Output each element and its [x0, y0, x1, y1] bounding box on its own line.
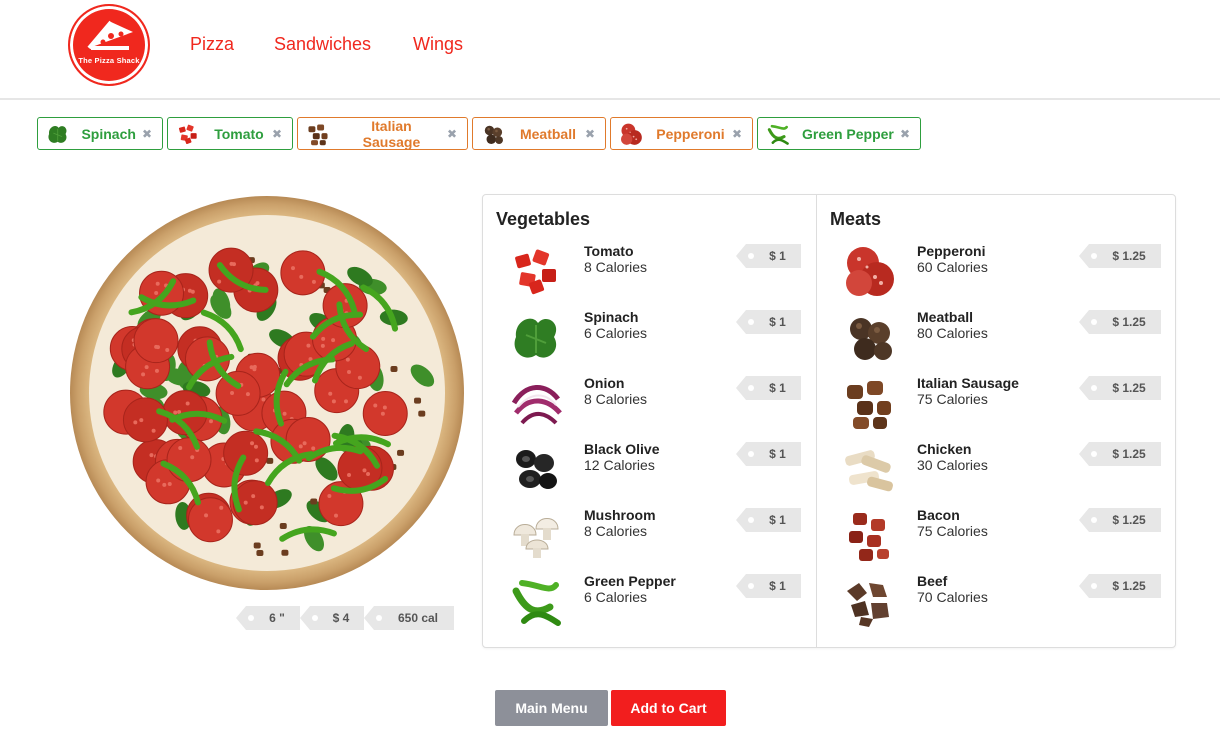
topping-name: Meatball: [917, 309, 974, 325]
tomato-icon: [506, 241, 566, 301]
price-tag: $ 1.25: [1079, 574, 1161, 598]
pizza-shack-logo[interactable]: The Pizza Shack: [68, 4, 150, 86]
topping-calories: 6 Calories: [584, 325, 648, 341]
topping-name: Bacon: [917, 507, 960, 523]
beef-icon: [839, 571, 899, 631]
main-menu-button[interactable]: Main Menu: [495, 690, 608, 726]
add-to-cart-button[interactable]: Add to Cart: [611, 690, 726, 726]
price-tag: $ 1.25: [1079, 376, 1161, 400]
topping-name: Beef: [917, 573, 948, 589]
topping-name: Italian Sausage: [917, 375, 1019, 391]
topping-calories: 75 Calories: [917, 523, 988, 539]
topping-calories: 70 Calories: [917, 589, 988, 605]
price-tag: $ 1.25: [1079, 442, 1161, 466]
topping-name: Spinach: [584, 309, 639, 325]
pizza-size-tag: 6 ": [236, 606, 300, 630]
pizza-preview: [70, 196, 464, 590]
pizza-slice-logo-icon: [87, 20, 133, 50]
meatball-icon: [479, 121, 507, 147]
price-tag: $ 1: [736, 244, 801, 268]
italian-sausage-icon: [304, 121, 332, 147]
price-tag: $ 1: [736, 376, 801, 400]
chicken-icon: [839, 439, 899, 499]
remove-topping-icon[interactable]: ✖: [447, 127, 457, 141]
pizza-calories-tag: 650 cal: [364, 606, 454, 630]
topping-name: Onion: [584, 375, 625, 391]
topping-calories: 8 Calories: [584, 259, 648, 275]
chip-label: Spinach: [81, 125, 136, 142]
price-tag: $ 1.25: [1079, 244, 1161, 268]
selected-topping-chip[interactable]: Tomato ✖: [167, 117, 293, 150]
nav-wings[interactable]: Wings: [413, 34, 463, 55]
price-tag: $ 1: [736, 508, 801, 532]
topping-calories: 30 Calories: [917, 457, 988, 473]
selected-topping-chip[interactable]: Pepperoni ✖: [610, 117, 753, 150]
topping-name: Chicken: [917, 441, 972, 457]
price-tag: $ 1: [736, 310, 801, 334]
selected-topping-chip[interactable]: Meatball ✖: [472, 117, 606, 150]
topping-calories: 6 Calories: [584, 589, 648, 605]
green-pepper-icon: [506, 571, 566, 631]
toppings-panel: Vegetables Tomato 8 Calories Spinach 6 C…: [482, 194, 1176, 648]
selected-topping-chip[interactable]: Spinach ✖: [37, 117, 163, 150]
logo-text: The Pizza Shack: [78, 56, 140, 65]
remove-topping-icon[interactable]: ✖: [732, 127, 742, 141]
chip-label: Pepperoni: [656, 125, 725, 142]
black-olive-icon: [506, 439, 566, 499]
topping-calories: 12 Calories: [584, 457, 655, 473]
pizza-price-tag: $ 4: [300, 606, 364, 630]
chip-label: Italian Sausage: [362, 117, 421, 150]
price-tag: $ 1: [736, 442, 801, 466]
topping-name: Mushroom: [584, 507, 656, 523]
nav-pizza[interactable]: Pizza: [190, 34, 234, 55]
selected-topping-chip[interactable]: Green Pepper ✖: [757, 117, 921, 150]
topping-calories: 80 Calories: [917, 325, 988, 341]
chip-label: Green Pepper: [802, 125, 894, 142]
tomato-icon: [174, 121, 202, 147]
meats-heading: Meats: [830, 209, 882, 229]
topping-name: Pepperoni: [917, 243, 986, 259]
bacon-icon: [839, 505, 899, 565]
price-tag: $ 1.25: [1079, 508, 1161, 532]
remove-topping-icon[interactable]: ✖: [900, 127, 910, 141]
spinach-icon: [44, 121, 71, 147]
remove-topping-icon[interactable]: ✖: [585, 127, 595, 141]
panel-divider: [816, 195, 817, 647]
topping-calories: 8 Calories: [584, 391, 648, 407]
remove-topping-icon[interactable]: ✖: [142, 127, 152, 141]
vegetables-heading: Vegetables: [496, 209, 591, 229]
meatball-icon: [839, 307, 899, 367]
pepperoni-icon: [839, 241, 899, 301]
spinach-icon: [506, 307, 566, 367]
green-pepper-icon: [764, 121, 792, 147]
topping-name: Tomato: [584, 243, 634, 259]
site-header: The Pizza Shack Pizza Sandwiches Wings: [0, 0, 1220, 100]
nav-sandwiches[interactable]: Sandwiches: [274, 34, 371, 55]
selected-topping-chip[interactable]: Italian Sausage ✖: [297, 117, 468, 150]
topping-name: Black Olive: [584, 441, 660, 457]
topping-calories: 75 Calories: [917, 391, 988, 407]
chip-label: Meatball: [519, 125, 576, 142]
mushroom-icon: [506, 505, 566, 565]
topping-calories: 8 Calories: [584, 523, 648, 539]
pepperoni-icon: [617, 121, 645, 147]
chip-label: Tomato: [214, 125, 264, 142]
topping-name: Green Pepper: [584, 573, 676, 589]
remove-topping-icon[interactable]: ✖: [272, 127, 282, 141]
price-tag: $ 1.25: [1079, 310, 1161, 334]
italian-sausage-icon: [839, 373, 899, 433]
topping-calories: 60 Calories: [917, 259, 988, 275]
onion-icon: [506, 373, 566, 433]
price-tag: $ 1: [736, 574, 801, 598]
